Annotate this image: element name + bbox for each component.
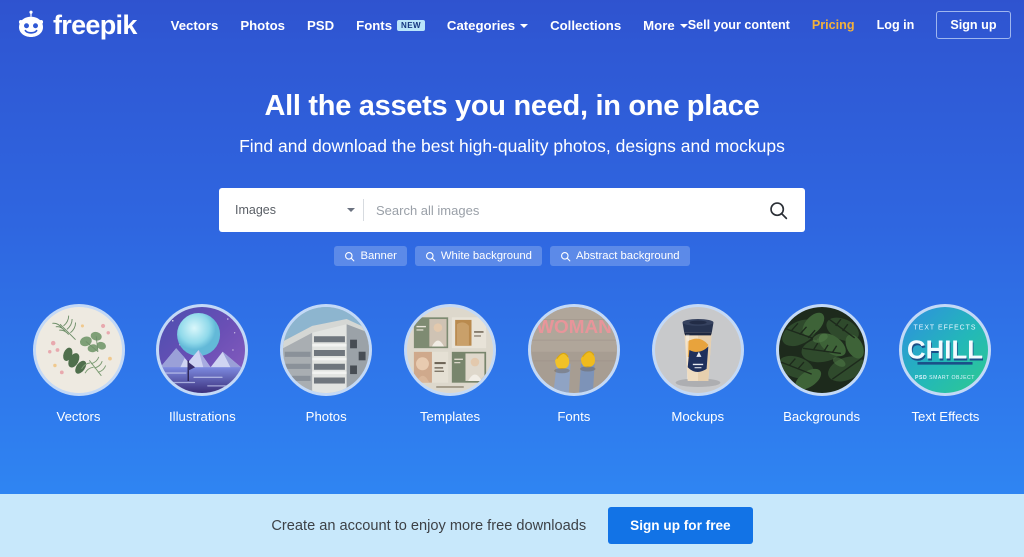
nav-label: PSD xyxy=(307,17,335,33)
chevron-down-icon xyxy=(679,24,688,28)
search-input[interactable] xyxy=(376,202,766,218)
coffee-cup-image xyxy=(654,307,741,393)
chill-text-effect-image: TEXT EFFECTS CHILL CHILL PSD SMART OBJEC… xyxy=(902,307,989,393)
chip-abstract-background[interactable]: Abstract background xyxy=(549,246,690,266)
nav-item-vectors[interactable]: Vectors xyxy=(171,18,219,33)
category-thumb-vectors xyxy=(32,304,125,396)
signup-for-free-button[interactable]: Sign up for free xyxy=(608,507,753,544)
category-thumb-text-effects: TEXT EFFECTS CHILL CHILL PSD SMART OBJEC… xyxy=(899,304,992,396)
site-header: freepik Vectors Photos PSD Fonts NEW Cat… xyxy=(0,0,1024,50)
header-actions: Sell your content Pricing Log in Sign up xyxy=(688,11,1011,39)
search-icon xyxy=(560,251,571,261)
category-item-templates[interactable]: Templates xyxy=(402,304,499,424)
search-submit-button[interactable] xyxy=(766,200,791,221)
category-label: Text Effects xyxy=(911,409,980,424)
category-item-fonts[interactable]: WOMAN Fonts xyxy=(525,304,622,424)
hero-section: All the assets you need, in one place Fi… xyxy=(0,50,1024,157)
chevron-down-icon xyxy=(347,208,355,212)
nav-item-more[interactable]: More xyxy=(643,18,688,33)
category-thumb-photos xyxy=(280,304,373,396)
nav-label: Photos xyxy=(240,17,286,33)
category-label: Vectors xyxy=(56,409,101,424)
page-subtitle: Find and download the best high-quality … xyxy=(239,136,785,156)
chip-label: White background xyxy=(440,250,532,262)
chevron-down-icon xyxy=(520,24,529,28)
freepik-logo[interactable]: freepik xyxy=(16,10,137,40)
category-item-vectors[interactable]: Vectors xyxy=(30,304,127,424)
woman-chalk-shoes-image: WOMAN xyxy=(530,307,617,393)
category-list: Vectors Illustrations Photos Templates W… xyxy=(0,304,1024,424)
sell-your-content-link[interactable]: Sell your content xyxy=(688,18,790,32)
search-icon xyxy=(345,251,355,261)
nav-item-photos[interactable]: Photos xyxy=(240,18,285,33)
nav-label: More xyxy=(643,17,675,33)
nav-label: Categories xyxy=(446,17,516,33)
search-type-select[interactable]: Images xyxy=(235,203,355,217)
category-thumb-templates xyxy=(404,304,497,396)
category-label: Mockups xyxy=(671,409,725,424)
text-effect-top-label: TEXT EFFECTS xyxy=(914,324,977,331)
nav-item-categories[interactable]: Categories xyxy=(446,17,529,33)
pricing-link[interactable]: Pricing xyxy=(812,18,855,32)
fashion-template-grid-image xyxy=(407,307,494,393)
signup-promo-banner: Create an account to enjoy more free dow… xyxy=(0,494,1024,557)
search-suggestion-chips: Banner White background Abstract backgro… xyxy=(219,246,805,266)
chip-label: Abstract background xyxy=(575,250,680,262)
category-item-backgrounds[interactable]: Backgrounds xyxy=(773,304,870,424)
nav-item-psd[interactable]: PSD xyxy=(307,18,334,33)
category-item-text-effects[interactable]: TEXT EFFECTS CHILL CHILL PSD SMART OBJEC… xyxy=(897,304,994,424)
signup-button[interactable]: Sign up xyxy=(936,11,1011,39)
banner-text: Create an account to enjoy more free dow… xyxy=(271,517,587,534)
moon-mountains-image xyxy=(159,307,246,393)
nav-label: Collections xyxy=(550,17,622,33)
category-thumb-fonts: WOMAN xyxy=(527,304,620,396)
category-thumb-mockups xyxy=(651,304,744,396)
search-section: Images Banner xyxy=(219,188,805,266)
search-type-value: Images xyxy=(235,203,276,217)
search-icon xyxy=(770,201,788,219)
category-thumb-backgrounds xyxy=(775,304,868,396)
monstera-leaves-image xyxy=(778,307,865,393)
category-label: Templates xyxy=(419,409,481,424)
category-label: Illustrations xyxy=(168,409,236,424)
chalk-word: WOMAN xyxy=(536,317,612,338)
category-thumb-illustrations xyxy=(156,304,249,396)
freepik-homepage: freepik Vectors Photos PSD Fonts NEW Cat… xyxy=(0,0,1024,557)
main-navigation: Vectors Photos PSD Fonts NEW Categories … xyxy=(171,0,688,50)
chip-white-background[interactable]: White background xyxy=(414,246,542,266)
architecture-building-image xyxy=(283,307,370,393)
category-item-illustrations[interactable]: Illustrations xyxy=(154,304,251,424)
logo-wordmark: freepik xyxy=(53,9,137,40)
category-label: Fonts xyxy=(557,409,591,424)
nav-label: Vectors xyxy=(170,17,219,33)
text-effect-bottom-label: PSD SMART OBJECT xyxy=(915,375,975,381)
category-item-mockups[interactable]: Mockups xyxy=(649,304,746,424)
new-badge: NEW xyxy=(397,19,425,31)
category-label: Backgrounds xyxy=(783,409,861,424)
chip-banner[interactable]: Banner xyxy=(334,246,407,266)
nav-item-collections[interactable]: Collections xyxy=(550,18,621,33)
category-label: Photos xyxy=(305,409,347,424)
nav-item-fonts[interactable]: Fonts NEW xyxy=(356,18,425,33)
text-effect-word: CHILL xyxy=(907,337,983,365)
botanical-leaves-image xyxy=(35,307,122,393)
search-divider xyxy=(363,199,364,221)
chip-label: Banner xyxy=(360,250,397,262)
nav-label: Fonts xyxy=(356,17,393,33)
search-bar: Images xyxy=(219,188,805,232)
search-icon xyxy=(425,251,436,261)
login-link[interactable]: Log in xyxy=(877,18,915,32)
category-item-photos[interactable]: Photos xyxy=(278,304,375,424)
freepik-mascot-icon xyxy=(18,10,44,37)
page-title: All the assets you need, in one place xyxy=(264,90,760,122)
